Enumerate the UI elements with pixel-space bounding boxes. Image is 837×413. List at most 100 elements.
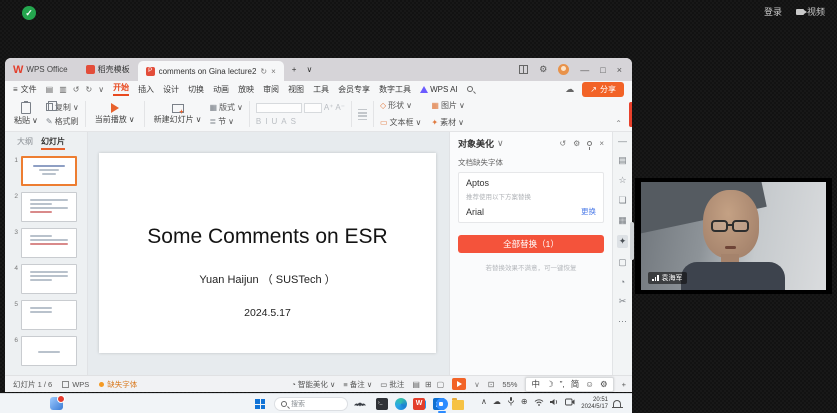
slide-title[interactable]: Some Comments on ESR [99,225,436,249]
layout-pane-icon[interactable]: ▢ [618,257,627,268]
file-menu[interactable]: ≡ 文件 [13,84,37,95]
bold-button[interactable]: B [256,117,261,126]
missing-font-warning[interactable]: 缺失字体 [99,379,137,390]
taskbar-clock[interactable]: 20:51 2024/5/17 [576,397,608,411]
workspace-icon[interactable] [519,65,528,74]
notification-bell-icon[interactable] [613,400,621,407]
shape-button[interactable]: ◇ 形状∨ [380,100,421,111]
reading-view-icon[interactable]: ▢ [437,380,445,389]
ime-settings-gear-icon[interactable]: ⚙ [600,379,608,390]
network-globe-icon[interactable]: ⊕ [521,397,528,406]
notes-button[interactable]: ≡ 备注∨ [343,379,372,390]
help-icon[interactable]: ◔ [620,277,625,287]
ime-fullwidth-moon-icon[interactable]: ☽ [546,379,554,390]
align-center-icon[interactable] [358,113,367,114]
wps-ai-button[interactable]: WPS AI [420,85,458,94]
pin-icon[interactable] [587,141,592,146]
clip-icon[interactable]: ✂ [619,296,627,307]
minimize-button[interactable]: — [580,65,589,75]
close-pane-icon[interactable]: × [599,139,604,148]
thumbnail-row-1[interactable]: 1 [11,156,87,186]
underline-button[interactable]: U [271,117,277,126]
play-from-current-button[interactable]: 当前播放∨ [92,103,138,125]
format-painter-button[interactable]: ✎ 格式刷 [46,116,79,127]
bat-app-icon[interactable] [354,400,366,409]
normal-view-icon[interactable]: ▤ [412,380,420,389]
maximize-button[interactable]: □ [600,65,605,75]
slide-thumbnail[interactable] [21,228,77,258]
new-tab-button[interactable]: + [284,58,305,81]
scrollbar-thumb[interactable] [630,222,634,260]
ime-emoji-icon[interactable]: ☺ [585,379,594,389]
tab-membership[interactable]: 会员专享 [338,84,370,95]
increase-font-icon[interactable]: A⁺ [324,103,334,112]
comments-button[interactable]: ▭ 批注 [380,379,404,390]
picture-button[interactable]: ▦ 图片∨ [431,100,464,111]
thumbnail-row-2[interactable]: 2 [11,192,87,222]
quick-access-dropdown-icon[interactable]: ∨ [98,85,104,94]
align-left-icon[interactable] [358,109,367,110]
font-color-button[interactable]: A [281,117,286,126]
notification-app-icon[interactable] [50,397,63,410]
close-window-button[interactable]: × [617,65,622,75]
cloud-sync-icon[interactable]: ☁ [565,84,574,95]
textbox-button[interactable]: ▭ 文本框∨ [380,117,421,128]
undo-icon[interactable]: ↺ [73,85,80,94]
material-button[interactable]: ✦ 素材∨ [431,117,464,128]
properties-icon[interactable]: ▤ [618,155,627,166]
paste-button[interactable]: 粘贴∨ [11,102,41,126]
slide-thumbnail[interactable] [21,336,77,366]
redo-icon[interactable]: ↻ [86,85,93,94]
slide-sorter-view-icon[interactable]: ⊞ [425,380,432,389]
thumbnail-row-5[interactable]: 5 [11,300,87,330]
slide-canvas[interactable]: Some Comments on ESR Yuan Haijun （ SUSTe… [88,132,449,375]
beautify-pane-icon[interactable]: ✦ [617,235,629,248]
decrease-font-icon[interactable]: A⁻ [335,103,345,112]
wps-logo[interactable]: W WPS Office [13,64,68,76]
fullscreen-icon[interactable]: ⊡ [488,380,495,389]
thumbnail-row-3[interactable]: 3 [11,228,87,258]
history-icon[interactable]: ↺ [559,139,566,148]
wps-taskbar-icon[interactable]: W [413,398,425,410]
tab-home[interactable]: 开始 [113,82,129,96]
slideshow-play-button[interactable] [452,378,466,390]
tab-insert[interactable]: 插入 [138,84,154,95]
meeting-app-icon[interactable] [436,398,448,410]
tab-list-dropdown[interactable]: ∨ [304,58,314,81]
wps-collaboration-status[interactable]: WPS [62,380,89,389]
tab-slides[interactable]: 幻灯片 [41,136,65,150]
wifi-icon[interactable] [534,398,544,406]
webcam-tile[interactable]: 袁海军 [635,178,832,294]
smart-beautify-button[interactable]: ◔ 智能美化∨ [291,379,335,390]
slide-thumbnail-selected[interactable] [21,156,77,186]
tab-review[interactable]: 审阅 [263,84,279,95]
tab-view[interactable]: 视图 [288,84,304,95]
tab-design[interactable]: 设计 [163,84,179,95]
font-size-select[interactable] [304,103,322,113]
strikethrough-button[interactable]: S [291,117,296,126]
speaker-icon[interactable] [550,398,559,406]
collapse-ribbon-icon[interactable]: ⌃ [615,119,622,128]
thumbnail-row-4[interactable]: 4 [11,264,87,294]
thumbnail-row-6[interactable]: 6 [11,336,87,366]
slide-author[interactable]: Yuan Haijun （ SUSTech ） [99,271,436,287]
login-button[interactable]: 登录 [764,5,782,18]
slide-thumbnail[interactable] [21,192,77,222]
ime-simplified-toggle[interactable]: 简 [571,378,580,390]
save-icon[interactable]: ▤ [46,85,54,94]
slide-date[interactable]: 2024.5.17 [99,307,436,319]
design-pane-icon[interactable]: ▦ [618,215,627,226]
more-icons-button[interactable]: ⋯ [618,316,627,327]
tab-document-active[interactable]: P comments on Gina lecture2 ↻ × [138,61,284,81]
wps-ai-edge-tab[interactable] [629,102,632,127]
play-dropdown-icon[interactable]: ∨ [474,380,480,389]
terminal-app-icon[interactable] [376,398,388,410]
microphone-icon[interactable] [507,397,515,406]
new-slide-button[interactable]: 新建幻灯片∨ [151,104,205,125]
search-icon[interactable] [467,86,473,92]
slide-thumbnail[interactable] [21,300,77,330]
tab-animation[interactable]: 动画 [213,84,229,95]
video-button[interactable]: 视频 [796,5,825,18]
start-button[interactable] [255,399,265,409]
edge-browser-icon[interactable] [395,398,407,410]
